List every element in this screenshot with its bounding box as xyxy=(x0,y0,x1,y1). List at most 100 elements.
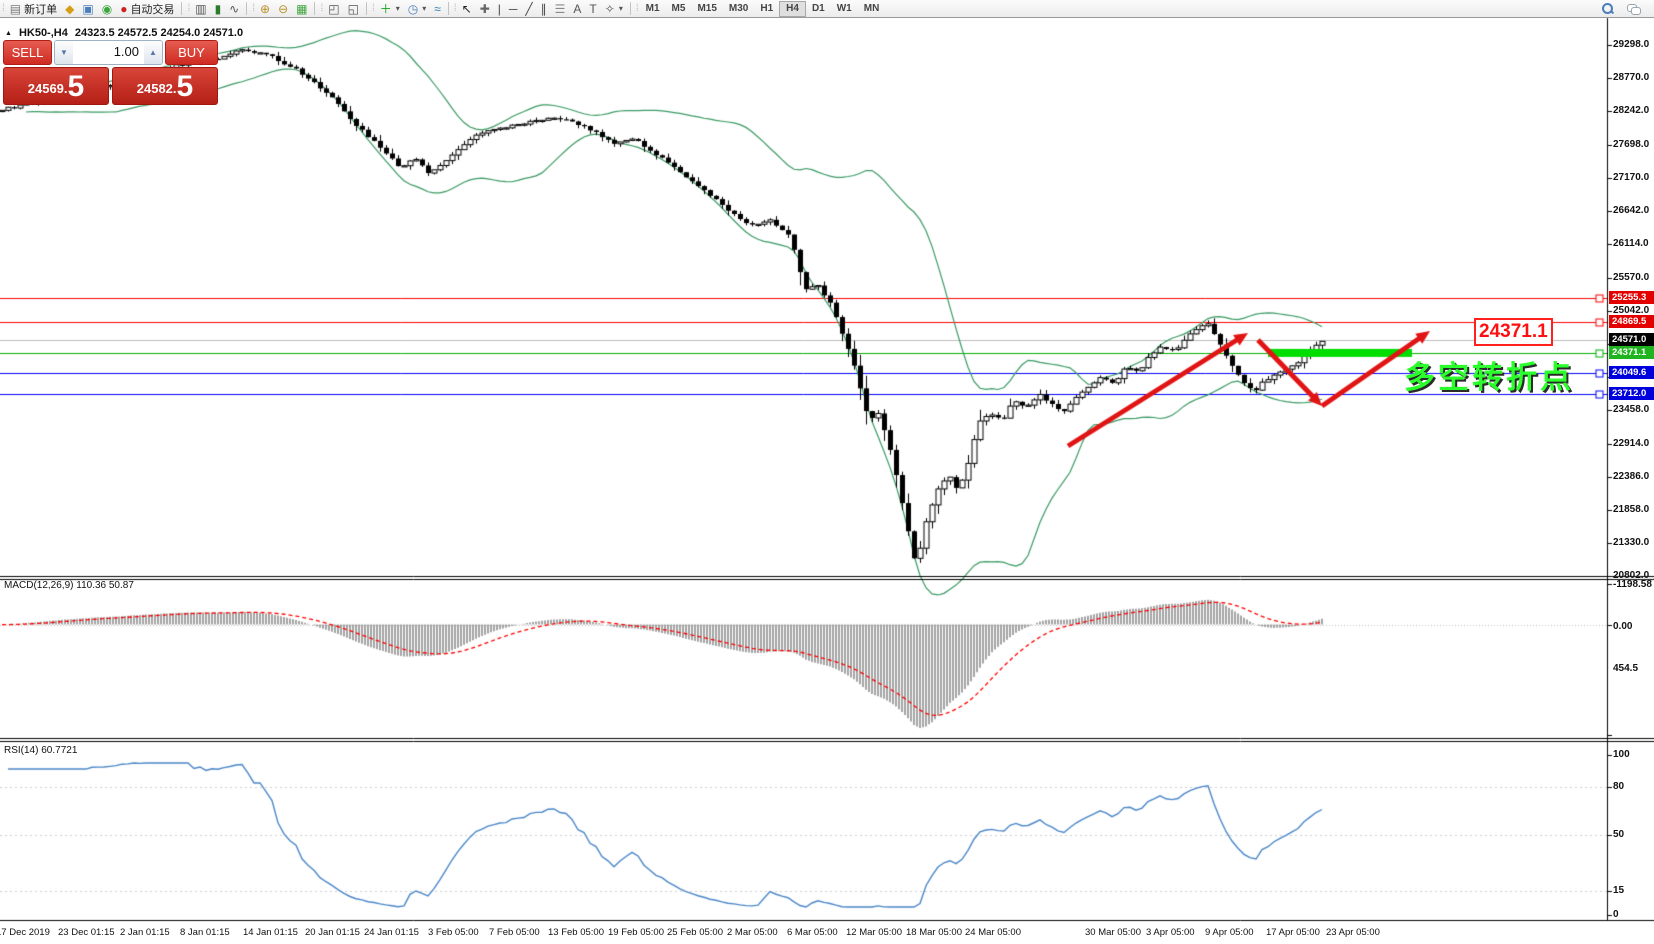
timeframe-h1[interactable]: H1 xyxy=(754,1,779,17)
time-axis-label: 13 Feb 05:00 xyxy=(548,927,604,938)
navigator-icon[interactable]: ◱ xyxy=(344,1,363,17)
price-annotation-label[interactable]: 24371.1 xyxy=(1474,318,1553,346)
buy-price-button[interactable]: 24582. 5 xyxy=(112,67,218,105)
toolbar-separator xyxy=(314,2,316,15)
vertical-line-icon[interactable]: | xyxy=(494,1,505,17)
templates-icon[interactable]: ≈ xyxy=(430,1,445,17)
line-chart-icon[interactable]: ∿ xyxy=(225,1,243,17)
chevron-down-icon[interactable]: ▾ xyxy=(396,4,400,13)
data-window-icon[interactable]: ◰ xyxy=(324,1,343,17)
price-marker-label: 24371.1 xyxy=(1609,345,1654,359)
zoom-in-icon: ⊕ xyxy=(260,1,271,16)
timeframe-m5[interactable]: M5 xyxy=(666,1,692,17)
time-axis-label: 17 Apr 05:00 xyxy=(1266,927,1320,938)
sell-button[interactable]: SELL xyxy=(3,40,52,65)
label-icon: T xyxy=(589,1,597,16)
buy-button[interactable]: BUY xyxy=(165,40,218,65)
turning-point-annotation[interactable]: 多空转折点 xyxy=(1404,352,1574,397)
toolbar-right-icons xyxy=(1602,3,1654,15)
period-icon: ◷ xyxy=(407,1,419,16)
label-icon[interactable]: T xyxy=(585,1,600,17)
time-axis-label: 3 Feb 05:00 xyxy=(428,927,479,938)
channel-icon[interactable]: ∥ xyxy=(537,1,551,17)
price-marker-label: 24049.6 xyxy=(1609,366,1654,380)
macd-scale-tick: 454.5 xyxy=(1613,663,1639,675)
timeframe-d1[interactable]: D1 xyxy=(806,1,831,17)
toolbar-drag-handle: ⁞ xyxy=(252,3,255,14)
collapse-triangle-icon[interactable]: ▲ xyxy=(5,30,12,37)
timeframe-m15[interactable]: M15 xyxy=(691,1,722,17)
price-tick: 28770.0 xyxy=(1613,72,1650,83)
new-order-icon: ▤ xyxy=(9,1,22,16)
signals-icon[interactable]: ◉ xyxy=(98,1,116,17)
time-axis-label: 9 Apr 05:00 xyxy=(1205,927,1254,938)
add-indicator-icon: ＋ xyxy=(379,1,392,16)
zoom-out-icon[interactable]: ⊖ xyxy=(274,1,292,17)
tile-windows-icon[interactable]: ▦ xyxy=(292,1,311,17)
horizontal-line-icon[interactable]: ─ xyxy=(505,1,522,17)
toolbar-button-label: 新订单 xyxy=(24,3,58,16)
terminal-icon[interactable]: ▣ xyxy=(78,1,97,17)
autotrading-icon: ● xyxy=(120,1,128,16)
cursor-icon[interactable]: ↖ xyxy=(458,1,476,17)
one-click-trading-panel: SELL ▼ 1.00 ▲ BUY 24569. 5 24582. 5 xyxy=(3,40,218,105)
rsi-scale-tick: 80 xyxy=(1613,781,1625,792)
time-axis-label: 7 Feb 05:00 xyxy=(489,927,540,938)
price-marker-label: 23712.0 xyxy=(1609,387,1654,401)
time-axis-label: 17 Dec 2019 xyxy=(0,927,50,938)
toolbar-separator xyxy=(365,2,367,15)
timeframe-m30[interactable]: M30 xyxy=(723,1,754,17)
bar-chart-icon[interactable]: ▥ xyxy=(191,1,210,17)
rsi-scale-tick: 15 xyxy=(1613,885,1625,896)
bar-chart-icon: ▥ xyxy=(195,1,207,16)
toolbar-drag-handle: ⁞ xyxy=(187,3,190,14)
text-icon[interactable]: A xyxy=(569,1,585,17)
trendline-icon[interactable]: ╱ xyxy=(521,1,536,17)
templates-icon: ≈ xyxy=(434,1,441,16)
styler-icon[interactable]: ◆ xyxy=(61,1,78,17)
time-axis-label: 12 Mar 05:00 xyxy=(846,927,902,938)
toolbar-separator xyxy=(181,2,183,15)
cursor-icon: ↖ xyxy=(461,1,472,16)
time-axis-label: 6 Mar 05:00 xyxy=(787,927,838,938)
price-marker-label: 24571.0 xyxy=(1609,333,1654,347)
autotrading-button[interactable]: ● 自动交易 xyxy=(116,1,178,17)
price-tick: 26114.0 xyxy=(1613,238,1649,249)
chat-icon[interactable] xyxy=(1627,3,1641,15)
volume-decrease-button[interactable]: ▼ xyxy=(55,41,73,64)
shapes-icon[interactable]: ✧ ▾ xyxy=(601,1,627,17)
timeframe-h4[interactable]: H4 xyxy=(779,0,806,17)
add-indicator-button[interactable]: ＋ ▾ xyxy=(376,1,404,17)
price-tick: 29298.0 xyxy=(1613,39,1650,50)
period-button[interactable]: ◷ ▾ xyxy=(404,1,431,17)
search-icon[interactable] xyxy=(1602,3,1613,14)
chevron-down-icon[interactable]: ▾ xyxy=(422,4,426,13)
toolbar-drag-handle: ⁞ xyxy=(453,3,457,14)
macd-scale-tick: -1198.58 xyxy=(1613,579,1652,590)
fibonacci-icon[interactable]: ☰ xyxy=(551,1,570,17)
time-axis-label: 25 Feb 05:00 xyxy=(667,927,723,938)
time-axis-label: 30 Mar 05:00 xyxy=(1085,927,1141,938)
sell-price-main: 24569. xyxy=(27,81,68,96)
time-axis-label: 24 Jan 01:15 xyxy=(364,927,419,938)
price-tick: 23458.0 xyxy=(1613,404,1650,415)
sell-price-button[interactable]: 24569. 5 xyxy=(3,67,109,105)
macd-indicator-label: MACD(12,26,9) 110.36 50.87 xyxy=(4,580,134,591)
crosshair-icon[interactable]: ✚ xyxy=(476,1,494,17)
price-tick: 28242.0 xyxy=(1613,105,1650,116)
price-tick: 22914.0 xyxy=(1613,438,1650,449)
timeframe-w1[interactable]: W1 xyxy=(831,1,858,17)
time-axis-label: 2 Jan 01:15 xyxy=(120,927,170,938)
candlestick-chart-icon[interactable]: ▮ xyxy=(211,1,226,17)
zoom-in-icon[interactable]: ⊕ xyxy=(256,1,274,17)
volume-input[interactable]: 1.00 xyxy=(73,41,144,64)
chevron-down-icon[interactable]: ▾ xyxy=(619,4,623,13)
trendline-icon: ╱ xyxy=(525,1,533,16)
time-axis-label: 18 Mar 05:00 xyxy=(906,927,962,938)
new-order-button[interactable]: ▤ 新订单 xyxy=(6,1,61,17)
chart-canvas[interactable] xyxy=(0,0,1654,944)
rsi-indicator-label: RSI(14) 60.7721 xyxy=(4,745,78,756)
volume-increase-button[interactable]: ▲ xyxy=(144,41,162,64)
timeframe-m1[interactable]: M1 xyxy=(640,1,666,17)
timeframe-mn[interactable]: MN xyxy=(858,1,886,17)
